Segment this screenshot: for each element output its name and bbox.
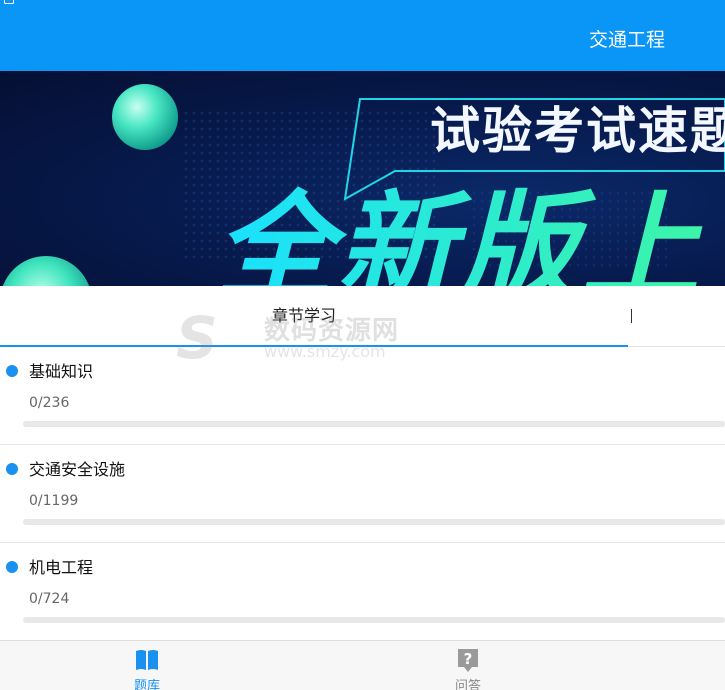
tab-bar: 章节学习	[0, 286, 725, 347]
question-icon: ?	[458, 649, 478, 672]
progress-bar	[23, 421, 725, 427]
category-count: 0/724	[29, 591, 70, 607]
nav-item-qa[interactable]: ? 问答	[428, 645, 508, 690]
tab-chapter-study[interactable]: 章节学习	[272, 306, 336, 326]
list-item[interactable]: 基础知识 0/236	[0, 347, 725, 445]
bullet-dot	[6, 365, 18, 377]
category-title: 机电工程	[29, 558, 94, 577]
svg-text:?: ?	[464, 650, 473, 668]
nav-item-question-bank[interactable]: 题库	[107, 645, 187, 690]
tab-divider	[631, 309, 632, 323]
nav-label: 题库	[133, 679, 160, 690]
status-bar-icon	[4, 0, 14, 4]
category-count: 0/1199	[29, 493, 79, 509]
decorative-sphere	[112, 84, 178, 150]
banner-headline: 试验考试速题	[430, 102, 725, 160]
progress-bar	[23, 617, 725, 623]
bullet-dot	[6, 561, 18, 573]
progress-bar	[23, 519, 725, 525]
category-title: 交通安全设施	[29, 460, 126, 479]
bullet-dot	[6, 463, 18, 475]
list-item[interactable]: 交通安全设施 0/1199	[0, 445, 725, 543]
category-title: 基础知识	[29, 362, 94, 381]
top-bar: 交通工程	[0, 0, 725, 71]
category-count: 0/236	[29, 395, 70, 411]
promo-banner[interactable]: 试验考试速题 全新版上	[0, 71, 725, 286]
bottom-nav: 题库 ? 问答	[0, 640, 725, 690]
category-list: 基础知识 0/236 交通安全设施 0/1199 机电工程 0/724	[0, 347, 725, 641]
banner-big-text: 全新版上	[215, 183, 703, 286]
page-title[interactable]: 交通工程	[589, 28, 665, 52]
nav-label: 问答	[454, 679, 481, 690]
book-icon	[136, 650, 158, 670]
list-item[interactable]: 机电工程 0/724	[0, 543, 725, 641]
